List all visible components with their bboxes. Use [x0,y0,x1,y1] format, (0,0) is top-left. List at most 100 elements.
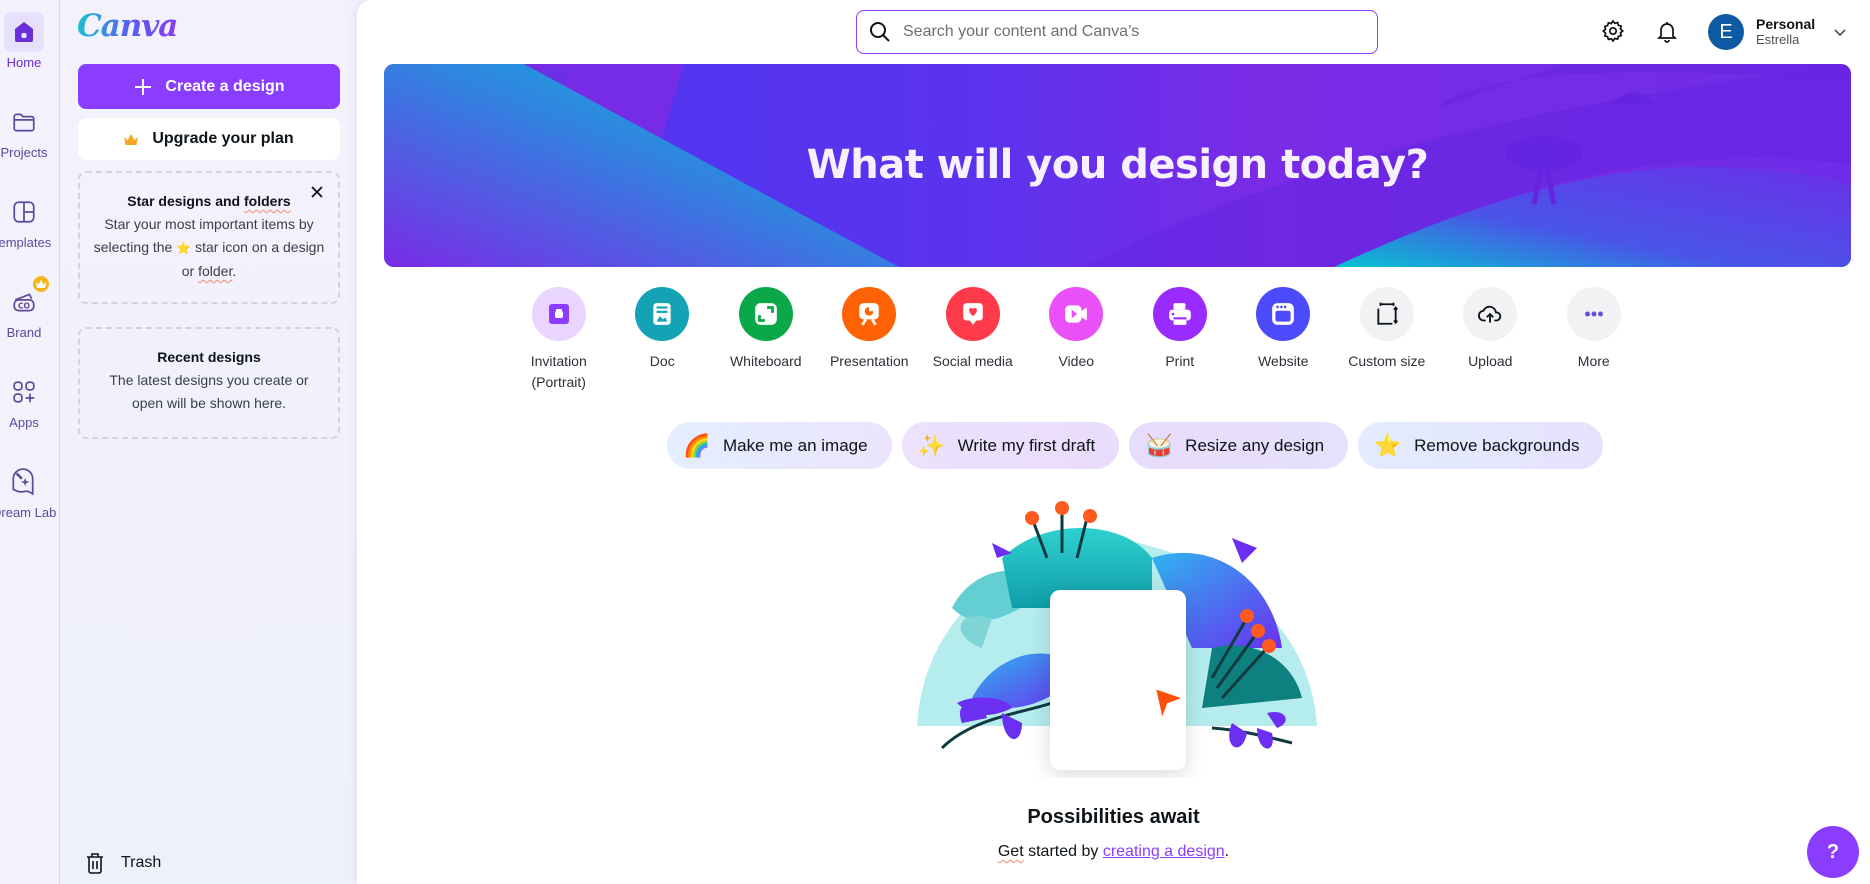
plus-icon [135,78,152,95]
doc-icon [653,303,671,325]
creating-design-link[interactable]: creating a design [1103,843,1225,860]
avatar: E [1708,14,1744,50]
pill-remove-backgrounds[interactable]: ⭐ Remove backgrounds [1358,422,1604,469]
shortcut-label: Print [1165,353,1195,369]
social-media-icon [963,303,983,325]
star-card-body: Star your most important items by select… [88,213,330,283]
rail-item-home[interactable]: Home [0,12,48,70]
empty-state-title: Possibilities await [1027,806,1200,828]
create-design-button[interactable]: Create a design [78,64,340,109]
shortcut-social-media[interactable]: Social media [921,287,1025,393]
shortcut-label: Website [1258,353,1309,369]
shortcut-label: Whiteboard [729,353,802,369]
more-icon [1584,311,1603,317]
close-icon[interactable] [308,183,326,201]
rail-label: Apps [9,415,39,430]
home-icon [15,22,33,42]
pill-label: Resize any design [1185,435,1325,455]
hero-banner: What will you design today? [384,64,1851,267]
rainbow-icon: 🌈 [683,432,711,458]
shortcut-whiteboard[interactable]: Whiteboard [714,287,818,393]
rail-item-brand[interactable]: CO Brand [0,276,49,340]
rail-label: Templates [0,235,52,250]
dream-lab-icon [12,468,34,496]
shortcut-label: Custom size [1348,353,1426,369]
empty-state-get: Get [997,843,1024,860]
recent-card-title: Recent designs [157,349,261,365]
nav-rail: Home Projects Templates CO Brand Apps Dr… [0,0,60,884]
empty-state-illustration [917,501,1317,770]
custom-size-icon [1377,302,1398,325]
sparkle-pen-icon: ✨ [917,432,946,458]
search-bar[interactable] [856,10,1378,54]
help-button[interactable]: ? [1807,826,1859,878]
hero-title: What will you design today? [806,142,1429,188]
gear-icon [1601,19,1625,43]
rail-label: Dream Lab [0,505,57,520]
rail-item-dream-lab[interactable]: Dream Lab [0,462,56,520]
chevron-down-icon [1834,29,1846,37]
search-input[interactable] [903,23,1363,41]
shortcut-label: Social media [932,353,1013,369]
bell-icon [1656,22,1678,43]
brand-icon: CO [13,293,35,312]
shortcut-video[interactable]: Video [1025,287,1129,393]
star-card-title: Star designs and folders [88,193,330,209]
upload-icon [1478,305,1502,323]
shortcut-label: Doc [649,353,675,369]
shortcut-presentation[interactable]: Presentation [818,287,922,393]
pill-write-draft[interactable]: ✨ Write my first draft [901,422,1120,469]
create-design-label: Create a design [165,77,285,95]
shortcut-custom-size[interactable]: Custom size [1335,287,1439,393]
crown-icon [124,133,139,145]
pill-make-image[interactable]: 🌈 Make me an image [667,422,892,469]
canva-logo[interactable]: Canva [77,8,178,44]
pill-label: Remove backgrounds [1414,435,1580,455]
shortcut-more[interactable]: More [1542,287,1646,393]
star-sparkle-icon: ⭐ [1374,432,1402,458]
recent-designs-card: Recent designs The latest designs you cr… [78,327,340,439]
search-icon [870,22,890,42]
presentation-icon [859,303,879,326]
templates-icon [13,201,35,223]
shortcut-label: Video [1058,353,1095,369]
empty-state-text: started by [1023,843,1103,860]
invitation-icon [548,304,569,324]
shortcut-upload[interactable]: Upload [1439,287,1543,393]
print-icon [1168,303,1191,325]
notifications-button[interactable] [1652,16,1682,46]
shortcut-label: Upload [1468,353,1513,369]
shortcut-doc[interactable]: Doc [611,287,715,393]
rail-label: Projects [0,145,48,160]
upgrade-plan-button[interactable]: Upgrade your plan [78,118,340,160]
trash-button[interactable]: Trash [85,852,161,874]
crown-badge-icon [33,276,49,292]
star-designs-card: Star designs and folders Star your most … [78,171,340,304]
pill-resize-design[interactable]: 🥁 Resize any design [1129,422,1349,469]
rail-label: Home [6,55,42,70]
ai-suggestion-pills: 🌈 Make me an image ✨ Write my first draf… [667,422,1604,469]
side-panel: Canva Create a design Upgrade your plan … [61,0,357,884]
rail-item-apps[interactable]: Apps [0,372,48,430]
svg-text:CO: CO [18,302,31,311]
account-menu[interactable]: E Personal Estrella [1708,14,1847,50]
shortcut-website[interactable]: Website [1232,287,1336,393]
main-content: E Personal Estrella [357,0,1870,884]
shortcut-label: Presentation [829,353,909,369]
empty-state-end: . [1224,843,1230,860]
rail-label: Brand [6,325,42,340]
shortcut-print[interactable]: Print [1128,287,1232,393]
rail-item-templates[interactable]: Templates [0,192,52,250]
account-name: Personal [1756,16,1816,32]
pill-label: Write my first draft [957,435,1096,455]
trash-icon [87,853,103,874]
rail-item-projects[interactable]: Projects [0,102,48,160]
folder-icon [13,113,35,132]
settings-button[interactable] [1598,16,1628,46]
empty-state-subtitle: Get started by creating a design. [357,843,1870,861]
pill-label: Make me an image [723,435,868,455]
shortcut-invitation[interactable]: Invitation (Portrait) [507,287,611,393]
drum-icon: 🥁 [1145,432,1173,458]
star-card-title-folders: folders [244,193,291,209]
shortcut-label: Invitation (Portrait) [530,353,587,390]
